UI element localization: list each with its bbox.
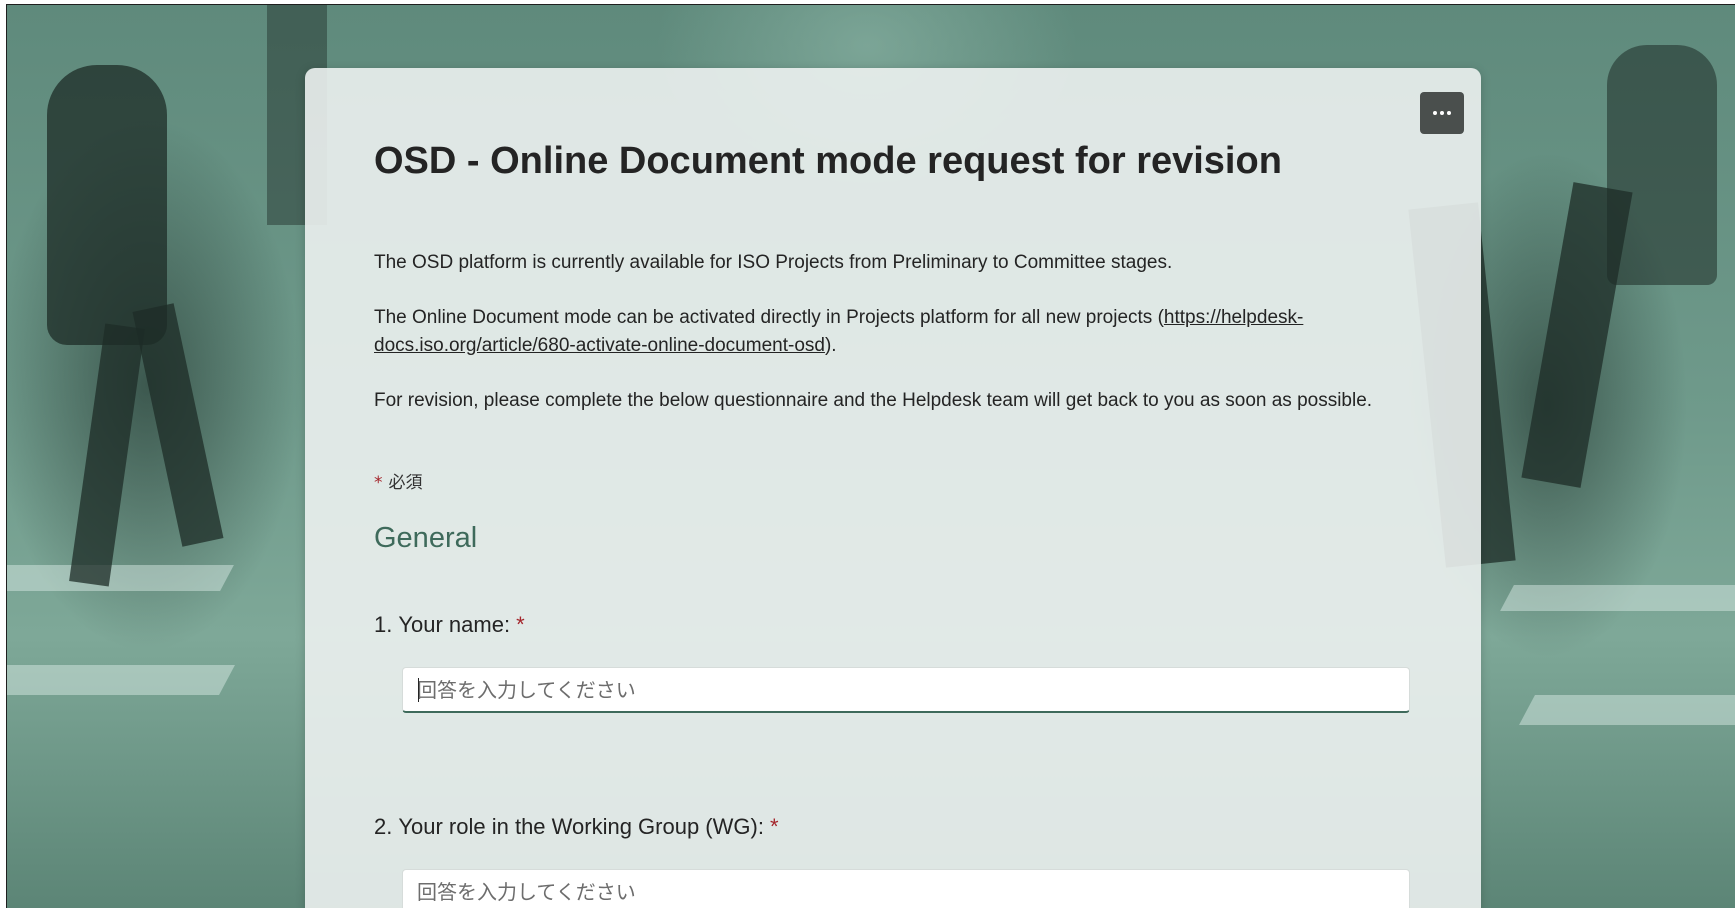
form-card xyxy=(305,68,1481,908)
required-star: * xyxy=(516,612,525,637)
description-paragraph-2: The Online Document mode can be activate… xyxy=(374,304,1424,360)
more-options-icon xyxy=(1433,111,1451,115)
more-options-button[interactable] xyxy=(1420,92,1464,134)
required-star: * xyxy=(769,814,779,839)
section-title: General xyxy=(374,522,478,554)
required-star: * xyxy=(374,473,383,493)
pedestrian-silhouette xyxy=(132,303,224,547)
description-paragraph-2-suffix: ). xyxy=(824,335,837,356)
required-note: * 必須 xyxy=(374,468,423,493)
crosswalk-stripe xyxy=(7,665,235,695)
question-number: 2. xyxy=(374,814,393,839)
pedestrian-silhouette xyxy=(47,65,167,345)
description-paragraph-3: For revision, please complete the below … xyxy=(374,390,1373,411)
form-title: OSD - Online Document mode request for r… xyxy=(374,140,1282,182)
question-text: Your name: xyxy=(398,612,511,637)
text-caret xyxy=(418,678,419,702)
crosswalk-stripe xyxy=(7,565,234,591)
question-number: 1. xyxy=(374,612,393,637)
question-1-answer-input[interactable] xyxy=(402,667,1410,713)
question-text: Your role in the Working Group (WG): xyxy=(398,814,764,839)
crosswalk-stripe xyxy=(1519,695,1735,725)
crosswalk-stripe xyxy=(1500,585,1735,611)
required-note-text: 必須 xyxy=(388,473,423,493)
pedestrian-silhouette xyxy=(1607,45,1717,285)
pedestrian-silhouette xyxy=(69,323,145,587)
question-2-answer-input[interactable] xyxy=(402,869,1410,908)
question-1-label: 1. Your name: * xyxy=(374,612,525,638)
description-paragraph-2-prefix: The Online Document mode can be activate… xyxy=(374,307,1164,328)
question-2-label: 2. Your role in the Working Group (WG): * xyxy=(374,814,779,840)
description-paragraph-1: The OSD platform is currently available … xyxy=(374,252,1173,273)
